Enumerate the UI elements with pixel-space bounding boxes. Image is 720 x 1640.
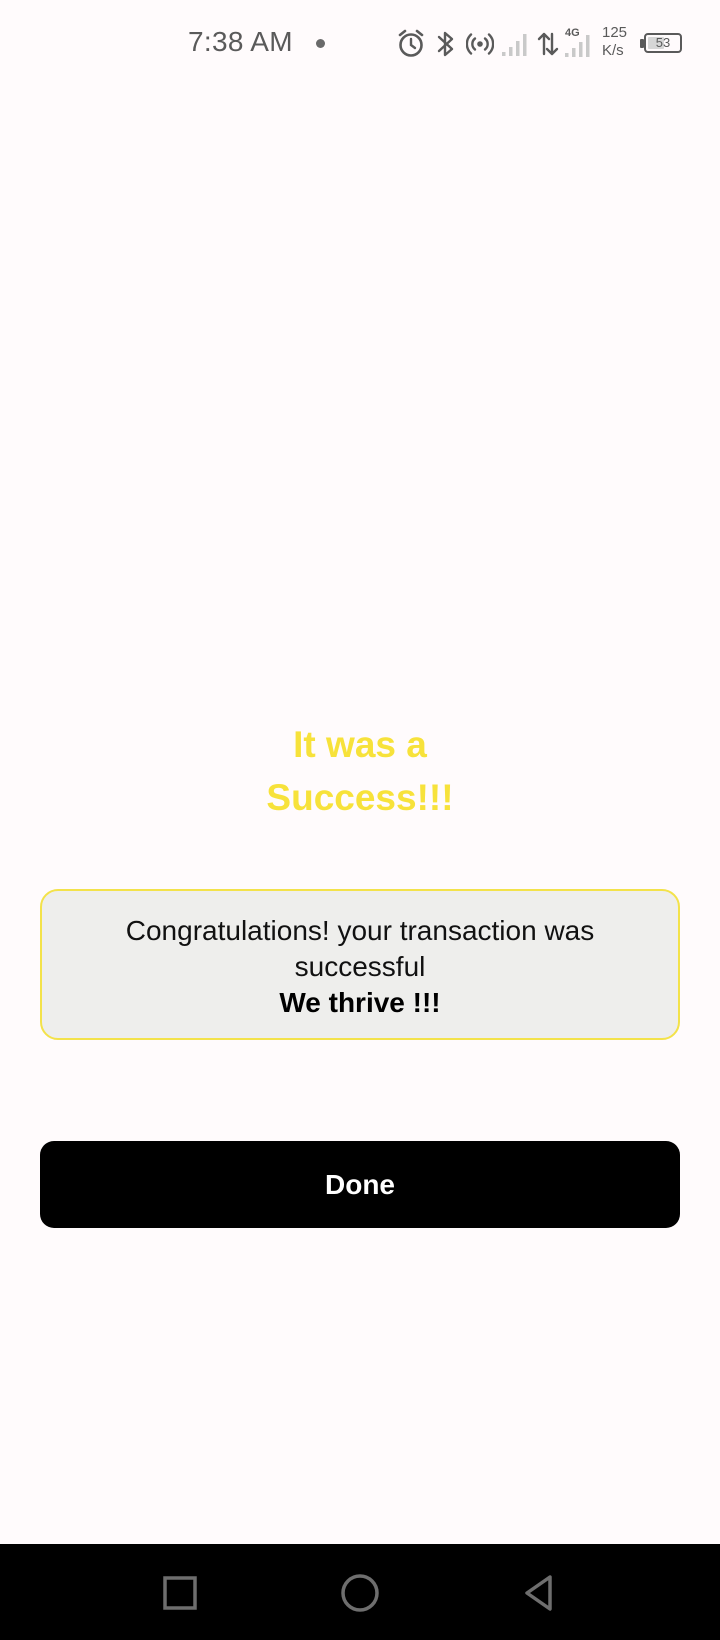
done-button[interactable]: Done: [40, 1141, 680, 1228]
network-type-text: 4G: [565, 27, 580, 39]
back-triangle-icon[interactable]: [515, 1568, 565, 1618]
network-speed-value: 125: [602, 24, 628, 41]
hotspot-icon: [466, 33, 494, 55]
success-submessage: We thrive !!!: [279, 987, 441, 1018]
home-circle-icon[interactable]: [335, 1568, 385, 1618]
recents-square-icon[interactable]: [155, 1568, 205, 1618]
success-title: It was a Success!!!: [160, 718, 560, 824]
network-speed-unit: K/s: [602, 42, 624, 59]
network-speed: 125 K/s: [602, 24, 627, 60]
alarm-icon: [398, 29, 424, 57]
navigation-bar: [0, 1544, 720, 1640]
data-transfer-icon: [537, 32, 559, 56]
success-title-line1: It was a: [293, 724, 427, 765]
success-message-card: Congratulations! your transaction was su…: [40, 889, 680, 1040]
status-bar: 7:38 AM 4G 125 K/s 53: [0, 0, 720, 90]
signal-icon: [502, 34, 527, 56]
notification-dot: [316, 39, 325, 48]
signal-4g-icon: 4G: [565, 27, 590, 57]
status-time: 7:38 AM: [188, 26, 293, 57]
battery-icon: 53: [644, 33, 682, 53]
bluetooth-icon: [437, 31, 454, 57]
success-message: Congratulations! your transaction was su…: [125, 915, 595, 982]
success-title-line2: Success!!!: [266, 777, 454, 818]
battery-level: 53: [655, 35, 671, 50]
